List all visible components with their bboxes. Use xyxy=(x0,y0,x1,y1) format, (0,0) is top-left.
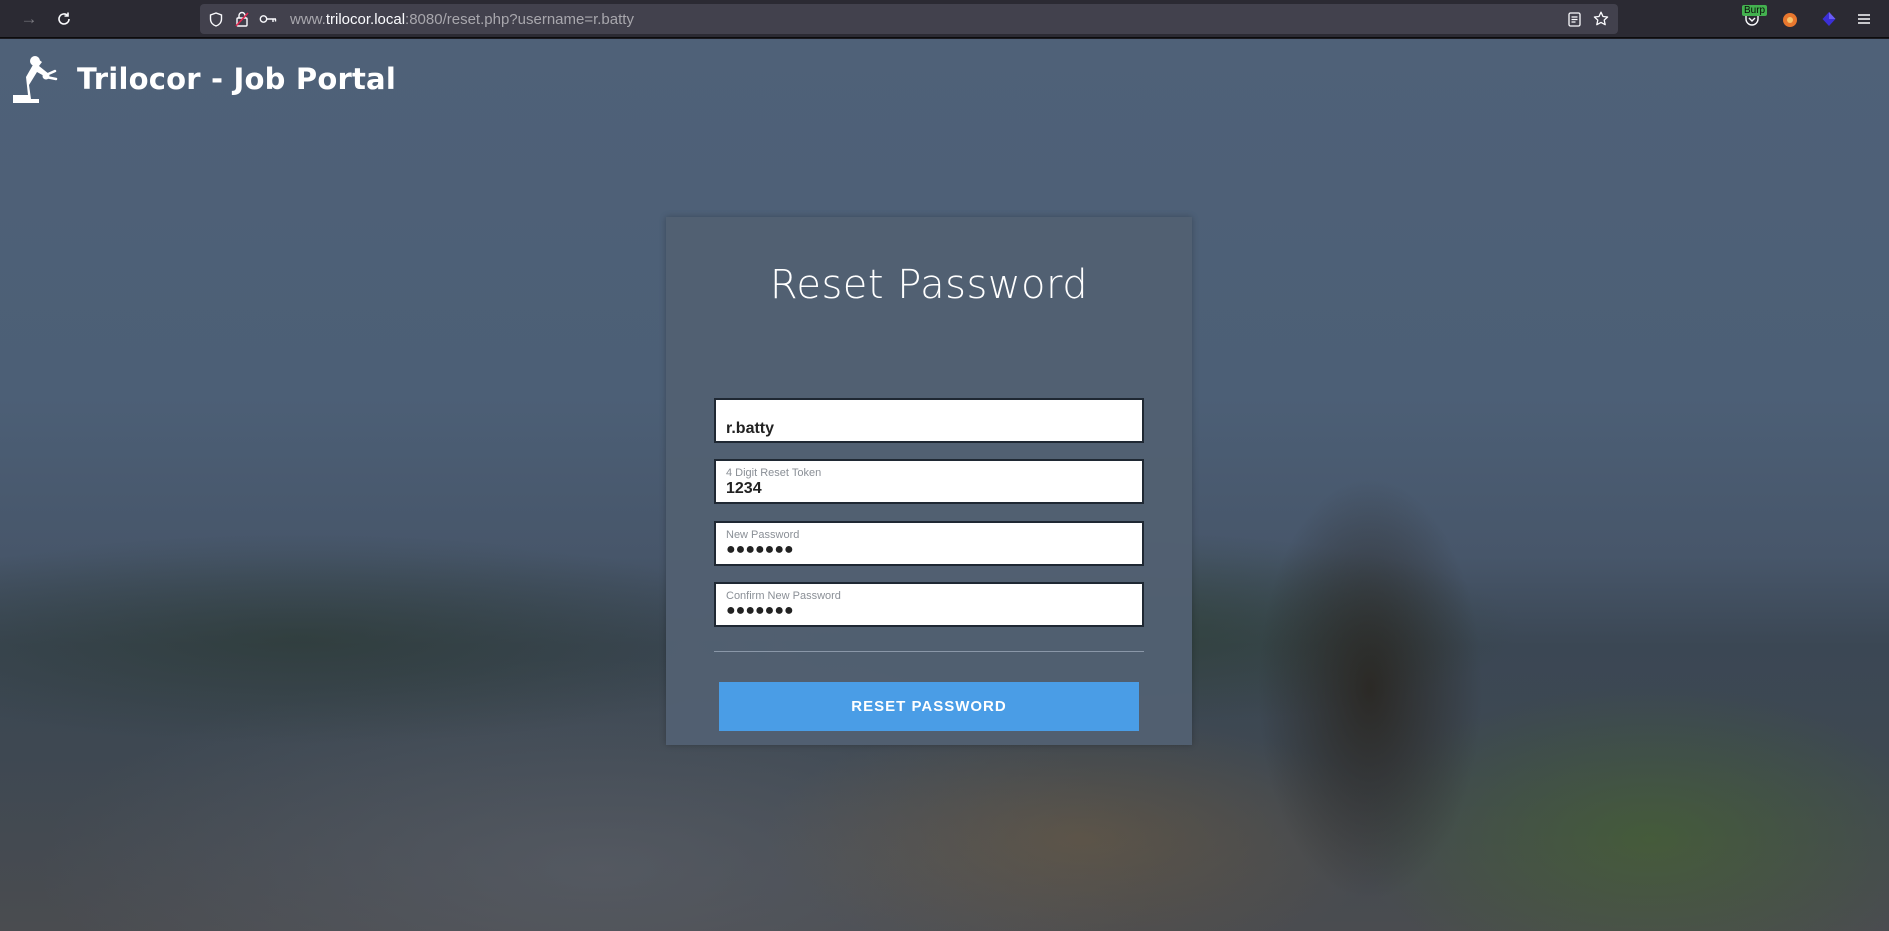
new-password-field[interactable]: New Password ●●●●●●● xyxy=(714,521,1144,566)
new-password-value: ●●●●●●● xyxy=(726,541,794,558)
confirm-password-field[interactable]: Confirm New Password ●●●●●●● xyxy=(714,582,1144,627)
reader-view-icon[interactable] xyxy=(1564,9,1584,29)
confirm-password-label: Confirm New Password xyxy=(726,590,841,602)
insecure-lock-icon[interactable] xyxy=(232,9,252,29)
robot-arm-icon xyxy=(10,53,60,105)
new-password-label: New Password xyxy=(726,529,800,541)
bookmark-star-icon[interactable] xyxy=(1591,9,1611,29)
url-text[interactable]: www.trilocor.local:8080/reset.php?userna… xyxy=(290,11,634,28)
reset-token-label: 4 Digit Reset Token xyxy=(726,467,822,479)
reset-password-button[interactable]: RESET PASSWORD xyxy=(719,682,1139,731)
page-title: Reset Password xyxy=(769,262,1089,308)
username-value: r.batty xyxy=(726,420,775,437)
url-host: trilocor.local xyxy=(325,11,406,28)
shield-icon[interactable] xyxy=(206,9,226,29)
menu-hamburger-icon[interactable] xyxy=(1853,8,1875,30)
reset-password-card: Reset Password r.batty 4 Digit Reset Tok… xyxy=(666,217,1192,745)
burp-badge: Burp xyxy=(1742,5,1768,16)
confirm-password-value: ●●●●●●● xyxy=(726,602,794,619)
extension-cube-icon[interactable] xyxy=(1818,8,1840,30)
site-title: Trilocor - Job Portal xyxy=(77,62,396,96)
reload-icon[interactable] xyxy=(52,7,76,31)
url-prefix: www. xyxy=(290,11,326,28)
key-icon[interactable] xyxy=(258,9,278,29)
burp-extension-icon[interactable] xyxy=(1779,8,1801,30)
reset-token-field[interactable]: 4 Digit Reset Token 1234 xyxy=(714,459,1144,504)
page-background: Trilocor - Job Portal Reset Password r.b… xyxy=(0,39,1889,931)
url-bar[interactable]: www.trilocor.local:8080/reset.php?userna… xyxy=(200,4,1618,34)
form-divider xyxy=(714,651,1144,652)
site-brand[interactable]: Trilocor - Job Portal xyxy=(10,53,396,105)
reset-token-value: 1234 xyxy=(726,480,762,497)
forward-arrow-icon[interactable]: → xyxy=(17,7,41,31)
username-field[interactable]: r.batty xyxy=(714,398,1144,443)
url-rest: :8080/reset.php?username=r.batty xyxy=(405,11,634,28)
browser-toolbar: → www.trilocor.local:8080/reset.php?user… xyxy=(0,0,1889,38)
